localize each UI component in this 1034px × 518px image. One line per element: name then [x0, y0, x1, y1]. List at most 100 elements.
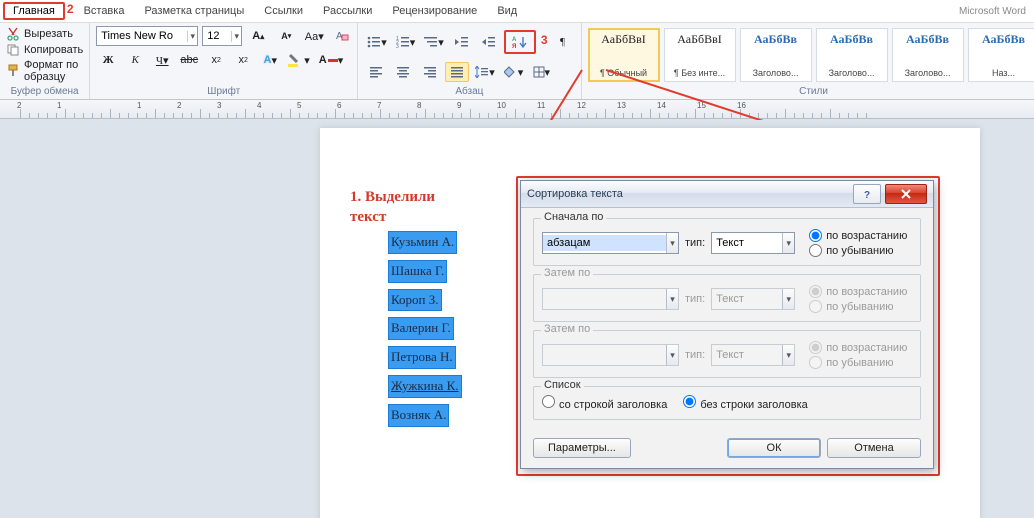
sort-secondary-group: Затем по ▾ тип: ▾ по возрастанию по убыв…: [533, 274, 921, 322]
secondary-asc-radio: по возрастанию: [809, 285, 907, 298]
chevron-down-icon[interactable]: ▾: [666, 233, 678, 253]
selected-text-line[interactable]: Кузьмин А.: [388, 231, 457, 254]
selected-text-line[interactable]: Короп З.: [388, 289, 442, 312]
secondary-field-combo[interactable]: ▾: [542, 288, 679, 310]
font-color-button[interactable]: A▾: [316, 50, 346, 70]
scissors-icon: [6, 27, 20, 41]
show-marks-button[interactable]: ¶: [551, 32, 575, 52]
with-header-radio[interactable]: со строкой заголовка: [542, 395, 667, 411]
align-left-button[interactable]: [364, 62, 388, 82]
brush-icon: [6, 64, 20, 78]
shading-button[interactable]: ▾: [501, 62, 527, 82]
align-justify-button[interactable]: [445, 62, 469, 82]
group-label-paragraph: Абзац: [364, 86, 574, 97]
font-size-input[interactable]: [203, 29, 231, 43]
selected-text-line[interactable]: Валерин Г.: [388, 317, 454, 340]
selected-text-line[interactable]: Возняк А.: [388, 404, 449, 427]
clear-format-button[interactable]: A: [330, 26, 354, 46]
borders-button[interactable]: ▾: [529, 62, 553, 82]
primary-asc-radio[interactable]: по возрастанию: [809, 229, 907, 242]
style-name: Заголово...: [905, 68, 951, 78]
bullets-button[interactable]: ▾: [364, 32, 390, 52]
tab-references[interactable]: Ссылки: [254, 2, 313, 20]
tab-insert[interactable]: Вставка: [74, 2, 135, 20]
cancel-button[interactable]: Отмена: [827, 438, 921, 458]
selected-text-line[interactable]: Жужкина К.: [388, 375, 462, 398]
strike-button[interactable]: abc: [177, 50, 201, 70]
selected-names[interactable]: Кузьмин А. Шашка Г. Короп З. Валерин Г. Петр…: [388, 231, 462, 433]
format-painter-button[interactable]: Формат по образцу: [6, 59, 83, 83]
underline-button[interactable]: Ч▾: [150, 50, 174, 70]
chevron-down-icon[interactable]: ▾: [666, 289, 678, 309]
chevron-down-icon[interactable]: ▾: [782, 233, 794, 253]
cut-button[interactable]: Вырезать: [6, 27, 83, 41]
sort-button[interactable]: АЯ: [508, 32, 532, 52]
chevron-down-icon: ▾: [666, 345, 678, 365]
without-header-radio[interactable]: без строки заголовка: [683, 395, 807, 411]
chevron-down-icon: ▾: [782, 289, 794, 309]
help-button[interactable]: ?: [853, 184, 881, 204]
secondary-type-combo: ▾: [711, 288, 795, 310]
ribbon-tab-bar: Главная 2 Вставка Разметка страницы Ссыл…: [0, 0, 1034, 23]
line-spacing-button[interactable]: ▾: [472, 62, 498, 82]
bold-button[interactable]: Ж: [96, 50, 120, 70]
style-tile[interactable]: АаБбВвI¶ Обычный: [588, 28, 660, 82]
annotation-tab: 2: [67, 2, 74, 16]
primary-desc-radio[interactable]: по убыванию: [809, 244, 907, 257]
style-tile[interactable]: АаБбВвI¶ Без инте...: [664, 28, 736, 82]
close-button[interactable]: [885, 184, 927, 204]
parameters-button[interactable]: Параметры...: [533, 438, 631, 458]
style-name: Заголово...: [753, 68, 799, 78]
shrink-font-button[interactable]: A▾: [274, 26, 298, 46]
tab-mailings[interactable]: Рассылки: [313, 2, 382, 20]
highlight-button[interactable]: ▾: [285, 50, 313, 70]
italic-button[interactable]: К: [123, 50, 147, 70]
tab-review[interactable]: Рецензирование: [382, 2, 487, 20]
font-name-input[interactable]: [97, 29, 187, 43]
list-header-group: Список со строкой заголовка без строки з…: [533, 386, 921, 420]
style-name: ¶ Без инте...: [674, 68, 725, 78]
dialog-titlebar[interactable]: Сортировка текста ?: [521, 181, 933, 208]
style-sample: АаБбВвI: [601, 32, 646, 47]
indent-inc-button[interactable]: [477, 32, 501, 52]
app-title: Microsoft Word: [959, 6, 1026, 17]
text-effects-button[interactable]: A▾: [258, 50, 282, 70]
font-size-combo[interactable]: ▾: [202, 26, 242, 46]
style-tile[interactable]: АаБбВвЗаголово...: [816, 28, 888, 82]
tertiary-asc-radio: по возрастанию: [809, 341, 907, 354]
primary-field-combo[interactable]: ▾: [542, 232, 679, 254]
tab-page-layout[interactable]: Разметка страницы: [134, 2, 254, 20]
primary-type-combo[interactable]: ▾: [711, 232, 795, 254]
selected-text-line[interactable]: Петрова Н.: [388, 346, 456, 369]
sort-text-dialog: Сортировка текста ? Сначала по ▾ тип: ▾ …: [520, 180, 934, 469]
grow-font-button[interactable]: A▴: [246, 26, 270, 46]
style-name: Заголово...: [829, 68, 875, 78]
style-sample: АаБбВв: [754, 32, 797, 47]
style-tile[interactable]: АаБбВвЗаголово...: [892, 28, 964, 82]
horizontal-ruler[interactable]: 2112345678910111213141516: [0, 100, 1034, 119]
tab-view[interactable]: Вид: [487, 2, 527, 20]
tab-home[interactable]: Главная: [3, 2, 65, 20]
svg-text:?: ?: [864, 190, 870, 200]
multilevel-button[interactable]: ▾: [421, 32, 447, 52]
chevron-down-icon[interactable]: ▾: [187, 31, 197, 42]
align-right-button[interactable]: [418, 62, 442, 82]
indent-dec-button[interactable]: [450, 32, 474, 52]
copy-button[interactable]: Копировать: [6, 43, 83, 57]
change-case-button[interactable]: Aa▾: [302, 26, 326, 46]
style-tile[interactable]: АаБбВв Заголово...: [740, 28, 812, 82]
selected-text-line[interactable]: Шашка Г.: [388, 260, 447, 283]
numbering-button[interactable]: 123▾: [393, 32, 419, 52]
copy-label: Копировать: [24, 44, 83, 56]
subscript-button[interactable]: x2: [204, 50, 228, 70]
primary-type-input[interactable]: [712, 235, 782, 251]
tertiary-field-combo: ▾: [542, 344, 679, 366]
align-center-button[interactable]: [391, 62, 415, 82]
chevron-down-icon[interactable]: ▾: [231, 31, 241, 42]
font-name-combo[interactable]: ▾: [96, 26, 198, 46]
primary-field-input[interactable]: [543, 235, 666, 251]
superscript-button[interactable]: x2: [231, 50, 255, 70]
sort-tertiary-group: Затем по ▾ тип: ▾ по возрастанию по убыв…: [533, 330, 921, 378]
style-tile[interactable]: АаБбВвНаз...: [968, 28, 1034, 82]
ok-button[interactable]: ОК: [727, 438, 821, 458]
